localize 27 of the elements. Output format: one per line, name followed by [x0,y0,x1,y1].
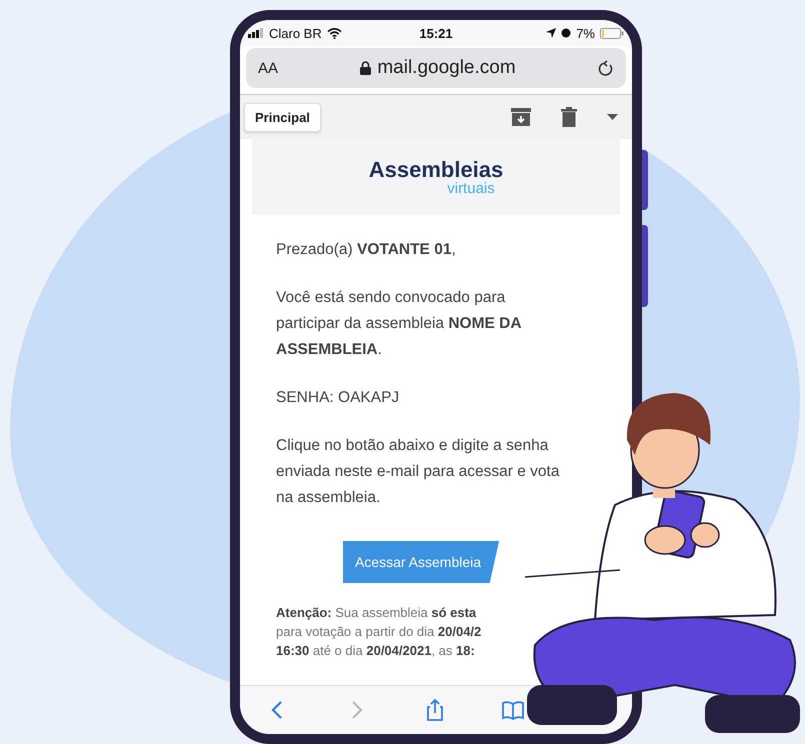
wifi-icon [326,28,342,38]
notice-line: para votação a partir do dia 20/04/2 [276,623,482,641]
back-to-inbox-button[interactable]: Principal [244,102,321,132]
battery-percent: 7% [576,26,595,40]
text-size-button[interactable]: AA [258,60,278,76]
clock-time: 15:21 [418,26,454,40]
instruction-line: Clique no botão abaixo e digite a senha [276,436,550,456]
intro-paragraph: Você está sendo convocado para participar da assembleia NOME DA ASSEMBLEIA. [276,288,522,360]
instruction-line: na assembleia. [276,488,382,508]
notice-line: Atenção: Sua assembleia só esta [276,604,478,622]
trash-icon[interactable] [561,107,577,127]
instruction-line: enviada neste e-mail para acessar e vota [276,462,560,482]
url-text: mail.google.com [377,57,516,79]
dropdown-caret-icon[interactable] [607,114,618,120]
archive-icon[interactable] [511,108,531,126]
signal-icon [248,28,264,38]
carrier-label: Claro BR [269,26,322,40]
notice-line: 16:30 até o dia 20/04/2021, as 18: [276,642,476,660]
lock-icon [360,61,372,75]
greeting-text: Prezado(a) VOTANTE 01, [276,240,457,260]
logo-wordmark: Assembleias [368,158,504,180]
address-bar[interactable]: AA mail.google.com [246,48,626,88]
location-icon [546,28,556,38]
reload-icon[interactable] [598,59,614,77]
password-text: SENHA: OAKAPJ [276,388,400,408]
logo-tagline: virtuais [447,180,495,196]
battery-icon [600,28,624,38]
